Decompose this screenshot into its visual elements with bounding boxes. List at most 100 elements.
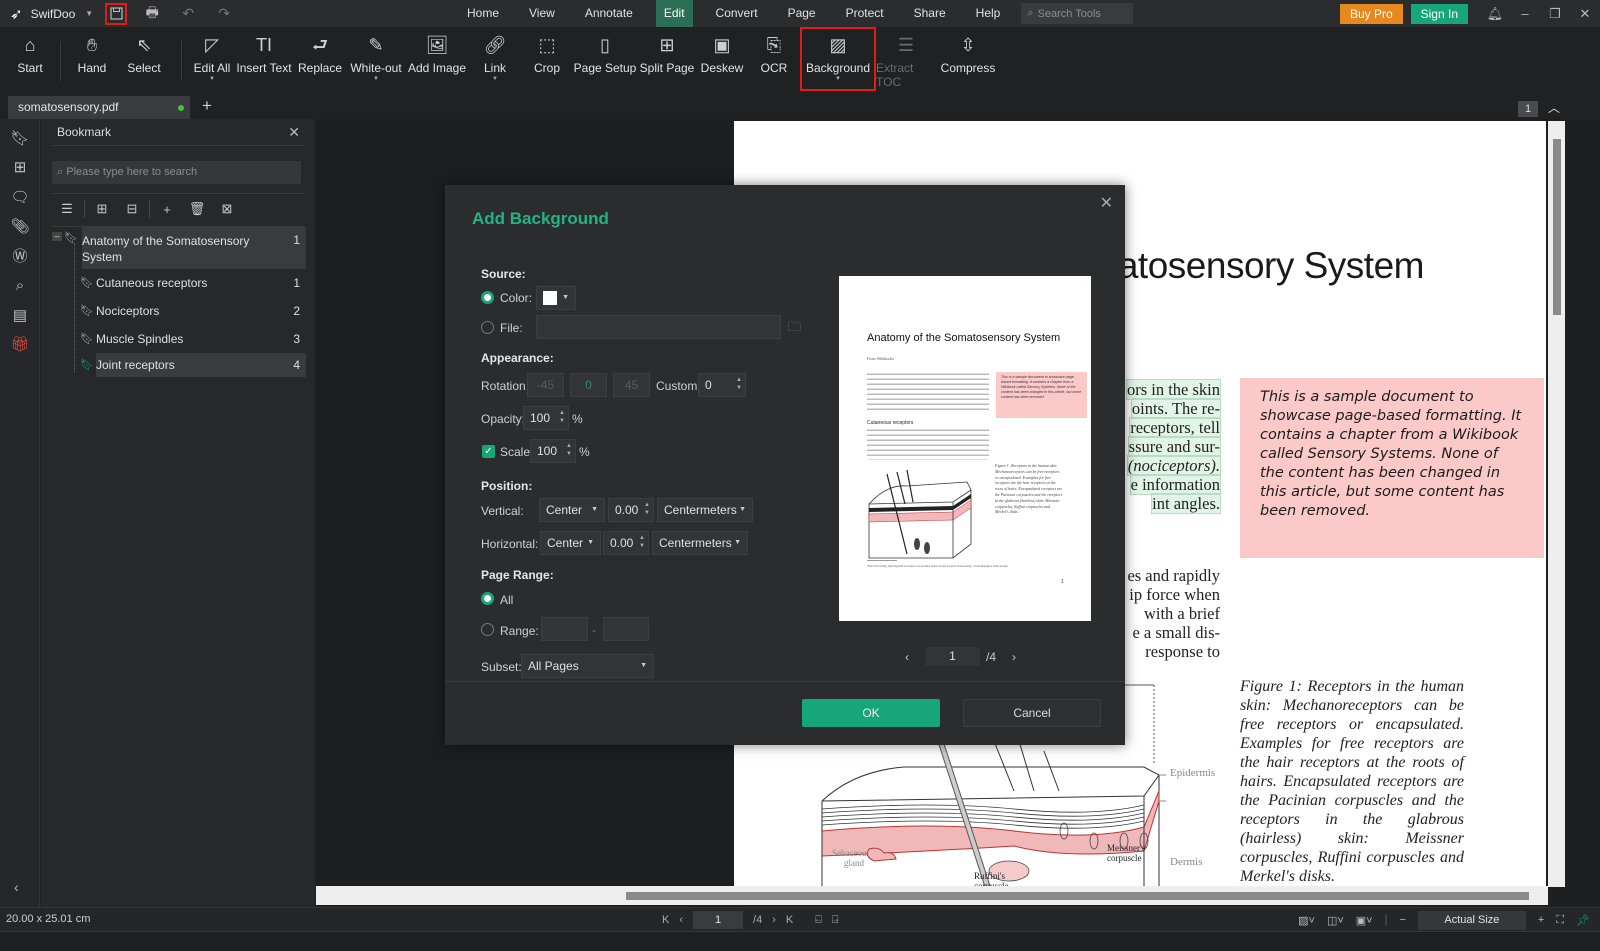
tool-start[interactable]: ⌂ Start: [8, 27, 52, 91]
menu-annotate[interactable]: Annotate: [570, 0, 648, 27]
rotation-45-button[interactable]: 45: [613, 373, 650, 397]
rotation-0-button[interactable]: 0: [570, 373, 607, 397]
scrollbar-thumb[interactable]: [626, 892, 1529, 900]
spinner-arrows-icon[interactable]: ▲ ▼: [644, 501, 650, 517]
redo-button[interactable]: ↷: [213, 3, 235, 25]
last-page-icon[interactable]: K: [786, 914, 793, 926]
tool-split-page[interactable]: ⊞ Split Page: [638, 27, 696, 91]
horizontal-scrollbar[interactable]: [316, 886, 1548, 905]
collapse-node-icon[interactable]: –: [52, 232, 62, 241]
bookmark-item-selected[interactable]: 🔖︎ Joint receptors 4: [80, 353, 306, 377]
thumbnails-icon[interactable]: ⊞: [0, 153, 40, 183]
add-tab-button[interactable]: +: [202, 96, 212, 116]
attachments-icon[interactable]: 📎︎: [0, 212, 40, 242]
menu-protect[interactable]: Protect: [831, 0, 899, 27]
all-pages-radio[interactable]: [481, 592, 494, 605]
next-view-icon[interactable]: ⍈: [832, 914, 839, 927]
menu-home[interactable]: Home: [452, 0, 514, 27]
scrollbar-thumb[interactable]: [1553, 139, 1561, 315]
menu-edit[interactable]: Edit: [655, 0, 693, 27]
current-page-input[interactable]: [693, 911, 744, 929]
bookmark-item[interactable]: – 🔖︎ Anatomy of the Somatosensory System…: [52, 227, 306, 269]
notification-bell-icon[interactable]: 🔔︎: [1480, 6, 1510, 22]
word-convert-icon[interactable]: Ⓦ: [0, 241, 40, 271]
tool-ocr[interactable]: ⎘ OCR: [748, 27, 800, 91]
color-radio[interactable]: [481, 291, 494, 304]
opacity-input[interactable]: 100 ▲ ▼: [523, 406, 569, 430]
scale-input[interactable]: 100 ▲ ▼: [530, 439, 576, 463]
signature-icon[interactable]: ▤: [0, 300, 40, 330]
bookmark-item[interactable]: 🔖︎ Muscle Spindles 3: [80, 325, 306, 353]
first-page-icon[interactable]: K: [662, 914, 669, 926]
tool-background[interactable]: ▨ Background ▼: [800, 27, 876, 91]
close-icon[interactable]: ✕: [288, 119, 300, 145]
range-from-input[interactable]: [541, 617, 588, 641]
tool-add-image[interactable]: 🖼︎ Add Image: [406, 27, 468, 91]
tool-insert-text[interactable]: TI Insert Text: [234, 27, 294, 91]
menu-convert[interactable]: Convert: [701, 0, 773, 27]
preview-next-icon[interactable]: ›: [1012, 650, 1016, 664]
background-view-icon[interactable]: ▨˅: [1298, 914, 1315, 927]
subset-select[interactable]: All Pages ▼: [521, 654, 654, 678]
preview-prev-icon[interactable]: ‹: [905, 650, 909, 664]
scale-checkbox[interactable]: ✓: [482, 445, 495, 458]
tool-page-setup[interactable]: ▯ Page Setup: [572, 27, 638, 91]
close-window-button[interactable]: ✕: [1570, 6, 1600, 22]
minimize-button[interactable]: –: [1510, 6, 1540, 21]
range-radio[interactable]: [481, 623, 494, 636]
menu-page[interactable]: Page: [773, 0, 831, 27]
file-radio[interactable]: [481, 321, 494, 334]
delete-bookmark-icon[interactable]: 🗑︎: [182, 201, 212, 217]
preview-page-input[interactable]: 1: [925, 647, 980, 666]
tool-crop[interactable]: ⬚ Crop: [522, 27, 572, 91]
bookmark-item[interactable]: 🔖︎ Cutaneous receptors 1: [80, 269, 306, 297]
collapse-ribbon-button[interactable]: ︿: [1548, 99, 1560, 116]
fullscreen-icon[interactable]: ⛶: [1556, 914, 1564, 927]
comments-icon[interactable]: 🗨︎: [0, 182, 40, 212]
gift-icon[interactable]: 🎁︎: [0, 330, 40, 360]
bookmark-item[interactable]: 🔖︎ Nociceptors 2: [80, 297, 306, 325]
menu-help[interactable]: Help: [961, 0, 1016, 27]
collapse-all-icon[interactable]: ⊟: [117, 201, 147, 217]
spinner-arrows-icon[interactable]: ▲ ▼: [559, 409, 565, 425]
add-bookmark-icon[interactable]: +: [152, 202, 182, 217]
bookmark-search[interactable]: ⌕: [52, 161, 301, 184]
tool-hand[interactable]: ✋︎ Hand: [69, 27, 115, 91]
range-to-input[interactable]: [603, 617, 649, 641]
vertical-unit-select[interactable]: Centermeters ▼: [657, 498, 753, 522]
next-page-icon[interactable]: ›: [772, 914, 776, 926]
tool-replace[interactable]: ⮐ Replace: [294, 27, 346, 91]
collapse-panel-icon[interactable]: ‹: [14, 879, 19, 895]
save-button[interactable]: [105, 2, 128, 25]
search-icon[interactable]: ⌕: [0, 271, 40, 301]
page-fit-icon[interactable]: ▣˅: [1356, 914, 1373, 927]
prev-view-icon[interactable]: ⍇: [815, 914, 822, 927]
horizontal-unit-select[interactable]: Centermeters ▼: [652, 531, 748, 555]
ok-button[interactable]: OK: [802, 699, 940, 727]
bookmark-search-input[interactable]: [66, 166, 287, 178]
vertical-scrollbar[interactable]: [1548, 121, 1565, 887]
horizontal-align-select[interactable]: Center ▼: [540, 531, 601, 555]
menu-view[interactable]: View: [514, 0, 570, 27]
restore-button[interactable]: ❐: [1540, 6, 1570, 22]
page-layout-icon[interactable]: ◫˅: [1327, 914, 1344, 927]
color-picker[interactable]: ▼: [536, 286, 576, 310]
close-dialog-icon[interactable]: ✕: [1100, 193, 1113, 213]
zoom-in-button[interactable]: +: [1538, 914, 1544, 926]
horizontal-offset-input[interactable]: 0.00 ▲ ▼: [603, 531, 649, 555]
folder-icon[interactable]: 🗀: [788, 318, 801, 340]
tool-compress[interactable]: ⇳ Compress: [936, 27, 1000, 91]
sign-in-button[interactable]: Sign In: [1410, 3, 1468, 24]
spinner-arrows-icon[interactable]: ▲ ▼: [736, 376, 742, 392]
cancel-button[interactable]: Cancel: [963, 699, 1101, 727]
zoom-out-button[interactable]: −: [1399, 914, 1405, 926]
vertical-offset-input[interactable]: 0.00 ▲ ▼: [608, 498, 654, 522]
tool-white-out[interactable]: ✎ White-out ▼: [346, 27, 406, 91]
expand-all-icon[interactable]: ⊞: [87, 201, 117, 217]
search-tools-input[interactable]: ⌕ Search Tools: [1021, 3, 1134, 24]
spinner-arrows-icon[interactable]: ▲ ▼: [566, 442, 572, 458]
zoom-level[interactable]: Actual Size: [1417, 910, 1526, 930]
tool-select[interactable]: ⇖ Select: [115, 27, 173, 91]
undo-button[interactable]: ↶: [177, 3, 199, 25]
app-menu[interactable]: ➶ SwifDoo ▼: [0, 5, 93, 23]
